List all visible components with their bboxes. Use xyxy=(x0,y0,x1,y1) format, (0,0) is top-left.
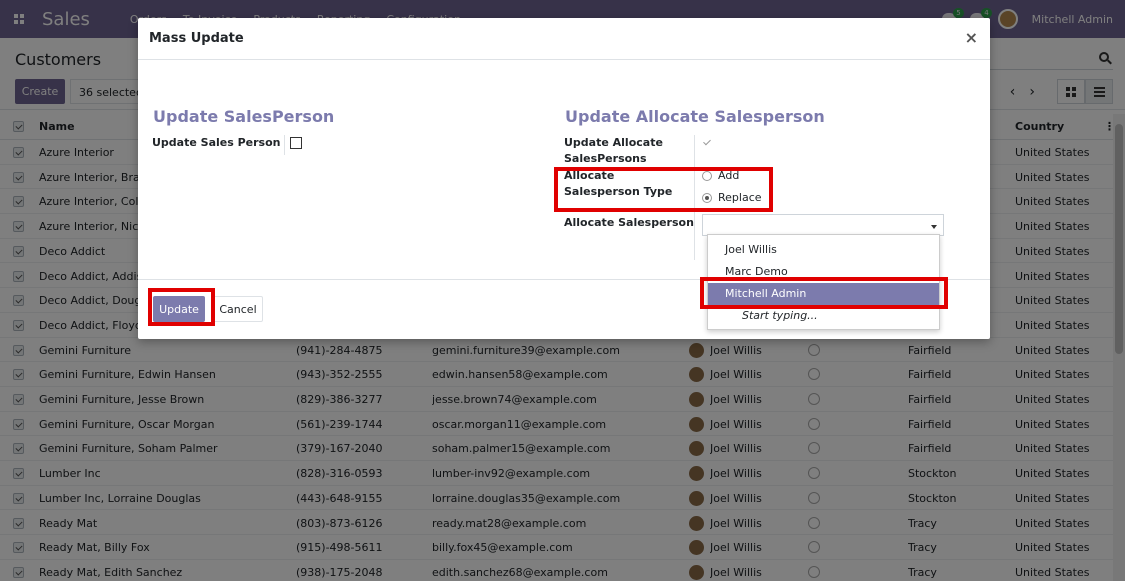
allocate-salesperson-select[interactable] xyxy=(702,214,944,236)
cancel-button[interactable]: Cancel xyxy=(213,296,263,322)
update-allocate-section-title: Update Allocate Salesperson xyxy=(565,107,825,126)
highlight-update-button xyxy=(148,288,215,326)
modal-title: Mass Update xyxy=(149,31,244,46)
field-separator xyxy=(284,135,285,155)
update-allocate-label: Update Allocate SalesPersons xyxy=(564,136,663,165)
highlight-allocate-type xyxy=(554,167,773,212)
highlight-mitchell-admin xyxy=(700,277,948,309)
modal-header: Mass Update × xyxy=(138,18,990,60)
update-salesperson-section-title: Update SalesPerson xyxy=(153,107,335,126)
allocate-salesperson-label: Allocate Salesperson xyxy=(564,216,694,229)
update-sales-person-checkbox[interactable] xyxy=(290,137,302,149)
update-allocate-checkbox[interactable] xyxy=(702,138,712,148)
dropdown-item-joel-willis[interactable]: Joel Willis xyxy=(708,239,939,261)
update-sales-person-label: Update Sales Person xyxy=(152,136,281,149)
caret-down-icon[interactable] xyxy=(931,225,937,229)
close-icon[interactable]: × xyxy=(965,28,978,47)
